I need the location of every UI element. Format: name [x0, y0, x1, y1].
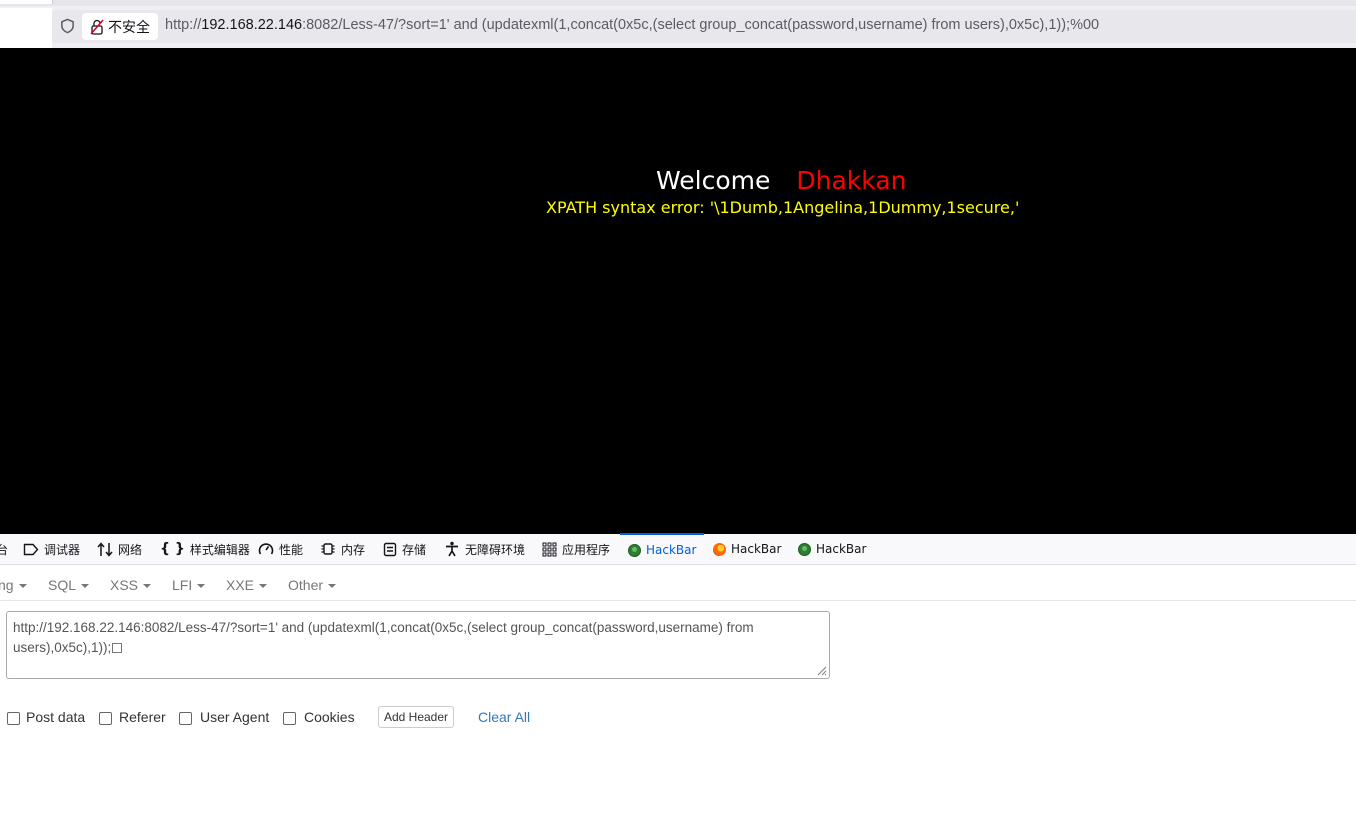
tab-label: 存储: [402, 542, 427, 557]
user-agent-label[interactable]: User Agent: [200, 709, 269, 725]
post-data-label[interactable]: Post data: [26, 709, 85, 725]
menu-label: XSS: [110, 577, 139, 593]
devtools-tab-bar: 台 调试器 网络 { } 样式编辑器 性能 内存 存储 无障碍环境 应用程序 H…: [0, 533, 1356, 565]
cookies-checkbox[interactable]: [283, 712, 296, 725]
debugger-icon: [23, 543, 39, 555]
tab-style-editor[interactable]: { } 样式编辑器: [160, 534, 250, 564]
tab-application[interactable]: 应用程序: [542, 534, 610, 564]
url-text[interactable]: http://192.168.22.146:8082/Less-47/?sort…: [165, 17, 1099, 33]
tab-debugger[interactable]: 调试器: [23, 534, 80, 564]
caret-down-icon: [143, 584, 152, 589]
user-name: Dhakkan: [796, 166, 907, 195]
referer-checkbox[interactable]: [99, 712, 112, 725]
hackbar-url-input[interactable]: http://192.168.22.146:8082/Less-47/?sort…: [6, 611, 830, 679]
sql-error-message: XPATH syntax error: '\1Dumb,1Angelina,1D…: [546, 198, 1020, 217]
app-grid-icon: [542, 542, 557, 556]
tab-label: 调试器: [44, 542, 81, 557]
caret-down-icon: [81, 584, 90, 589]
welcome-heading: Welcome Dhakkan: [656, 166, 906, 195]
menu-lfi[interactable]: LFI: [172, 577, 206, 593]
page-viewport: Welcome Dhakkan XPATH syntax error: '\1Du…: [0, 48, 1356, 534]
user-agent-checkbox[interactable]: [179, 712, 192, 725]
storage-icon: [383, 542, 397, 556]
toolbar-left-area: [0, 8, 52, 48]
tab-label: 台: [0, 542, 9, 557]
url-host: 192.168.22.146: [201, 17, 303, 33]
tab-label: 应用程序: [562, 542, 611, 557]
url-prefix: http://: [165, 17, 202, 33]
tab-label: HackBar: [731, 542, 782, 556]
clear-all-link[interactable]: Clear All: [478, 709, 530, 725]
unlocked-lock-icon: [90, 19, 104, 35]
caret-down-icon: [328, 584, 337, 589]
tab-memory[interactable]: 内存: [320, 534, 365, 564]
menu-label: Other: [288, 577, 324, 593]
hackbar-options: Post data Referer User Agent Cookies Add…: [0, 706, 1356, 732]
tab-hackbar-1[interactable]: HackBar: [620, 533, 705, 565]
menu-encoding[interactable]: ng: [0, 577, 27, 593]
accessibility-icon: [446, 541, 458, 557]
menu-label: SQL: [48, 577, 77, 593]
tab-performance[interactable]: 性能: [258, 534, 303, 564]
url-rest: :8082/Less-47/?sort=1' and (updatexml(1,…: [302, 17, 1100, 33]
caret-down-icon: [259, 584, 268, 589]
menu-label: XXE: [226, 577, 255, 593]
menu-sql[interactable]: SQL: [48, 577, 90, 593]
add-header-button[interactable]: Add Header: [378, 706, 454, 728]
devtools-panel: 台 调试器 网络 { } 样式编辑器 性能 内存 存储 无障碍环境 应用程序 H…: [0, 533, 1356, 819]
hackbar-green-icon: [798, 542, 811, 556]
hackbar-green-icon: [628, 543, 641, 557]
cookies-label[interactable]: Cookies: [304, 709, 355, 725]
tab-network[interactable]: 网络: [97, 534, 142, 564]
network-arrows-icon: [97, 541, 113, 557]
caret-down-icon: [197, 584, 206, 589]
menu-xss[interactable]: XSS: [110, 577, 152, 593]
gauge-icon: [258, 543, 274, 555]
tab-label: HackBar: [816, 542, 867, 556]
welcome-text: Welcome: [656, 166, 771, 195]
tracking-shield-icon[interactable]: [60, 18, 75, 34]
tab-hackbar-3[interactable]: HackBar: [798, 534, 866, 564]
insecure-label: 不安全: [108, 19, 150, 36]
tab-accessibility[interactable]: 无障碍环境: [444, 534, 525, 564]
menu-label: LFI: [172, 577, 193, 593]
caret-down-icon: [18, 584, 27, 589]
tab-storage[interactable]: 存储: [383, 534, 426, 564]
resize-grip-icon[interactable]: [815, 664, 827, 676]
hackbar-menu-bar: ng SQL XSS LFI XXE Other: [0, 570, 1356, 601]
connection-insecure-badge[interactable]: 不安全: [82, 13, 158, 40]
menu-other[interactable]: Other: [288, 577, 337, 593]
tab-strip: [0, 0, 1356, 6]
url-input-value: http://192.168.22.146:8082/Less-47/?sort…: [13, 620, 754, 655]
tab-label: 网络: [118, 542, 143, 557]
braces-icon: { }: [160, 541, 185, 557]
tab-label: 性能: [279, 542, 304, 557]
tab-console[interactable]: 台: [0, 534, 8, 564]
tab-label: 无障碍环境: [465, 542, 526, 557]
memory-chip-icon: [321, 543, 335, 555]
menu-xxe[interactable]: XXE: [226, 577, 268, 593]
browser-tab[interactable]: [0, 0, 53, 4]
tab-label: 样式编辑器: [189, 542, 250, 557]
referer-label[interactable]: Referer: [119, 709, 166, 725]
post-data-checkbox[interactable]: [7, 712, 20, 725]
null-byte-glyph: [112, 643, 123, 654]
hackbar-firefox-icon: [713, 542, 726, 556]
browser-toolbar: 不安全 http://192.168.22.146:8082/Less-47/?…: [0, 0, 1356, 48]
tab-label: 内存: [341, 542, 366, 557]
tab-hackbar-2[interactable]: HackBar: [713, 534, 781, 564]
menu-label: ng: [0, 577, 14, 593]
tab-label: HackBar: [646, 543, 697, 557]
